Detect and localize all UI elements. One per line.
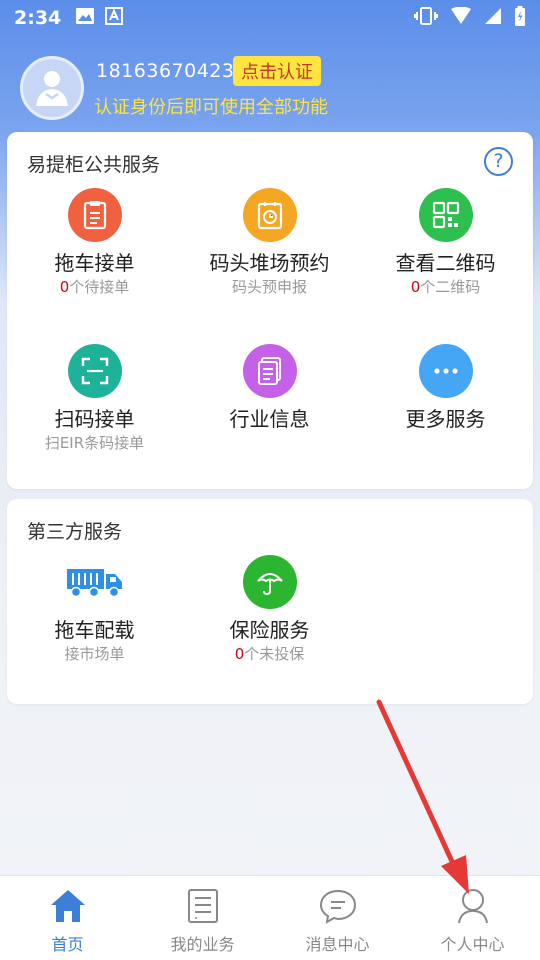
service-name: 查看二维码 bbox=[395, 251, 496, 275]
user-header: 18163670423 点击认证 认证身份后即可使用全部功能 bbox=[20, 56, 520, 122]
document-icon bbox=[242, 344, 297, 398]
service-name: 保险服务 bbox=[229, 618, 310, 642]
service-name: 行业信息 bbox=[229, 407, 310, 431]
section-title: 易提柜公共服务 bbox=[27, 154, 161, 176]
service-name: 码头堆场预约 bbox=[209, 251, 330, 275]
battery-icon bbox=[514, 6, 526, 30]
text-recognition-icon bbox=[105, 7, 124, 29]
more-icon bbox=[418, 344, 473, 398]
service-insurance[interactable]: 保险服务 0个未投保 bbox=[182, 555, 357, 663]
status-time: 2:34 bbox=[14, 7, 62, 29]
service-tow-loading[interactable]: 拖车配载 接市场单 bbox=[7, 555, 182, 663]
service-name: 更多服务 bbox=[405, 407, 486, 431]
service-name: 扫码接单 bbox=[54, 407, 135, 431]
service-sub: 码头预申报 bbox=[231, 278, 307, 296]
person-icon bbox=[405, 887, 540, 925]
status-bar: 2:34 bbox=[0, 0, 540, 36]
service-terminal-booking[interactable]: 码头堆场预约 码头预申报 bbox=[182, 188, 357, 296]
service-sub: 接市场单 bbox=[64, 645, 125, 663]
service-scan-order[interactable]: 扫码接单 扫EIR条码接单 bbox=[7, 344, 182, 452]
image-icon bbox=[75, 7, 95, 29]
message-icon bbox=[270, 887, 405, 925]
verify-hint: 认证身份后即可使用全部功能 bbox=[94, 97, 328, 118]
nav-label: 首页 bbox=[51, 935, 84, 954]
section-title: 第三方服务 bbox=[27, 521, 123, 543]
scan-icon bbox=[67, 344, 122, 398]
service-sub: 扫EIR条码接单 bbox=[44, 434, 145, 452]
service-tow-orders[interactable]: 拖车接单 0个待接单 bbox=[7, 188, 182, 296]
service-view-qrcode[interactable]: 查看二维码 0个二维码 bbox=[358, 188, 533, 296]
service-name: 拖车接单 bbox=[54, 251, 135, 275]
vibrate-icon bbox=[414, 7, 438, 29]
service-industry-info[interactable]: 行业信息 bbox=[182, 344, 357, 434]
qrcode-icon bbox=[418, 188, 473, 242]
third-party-card: 第三方服务 拖车配载 接市场单 保险服务 0个未投保 bbox=[7, 499, 533, 704]
service-sub: 0个二维码 bbox=[410, 278, 481, 296]
service-sub: 0个未投保 bbox=[234, 645, 305, 663]
nav-label: 我的业务 bbox=[170, 935, 235, 954]
cellular-icon bbox=[484, 7, 502, 29]
nav-label: 消息中心 bbox=[305, 935, 370, 954]
signal-icon bbox=[450, 6, 472, 29]
business-icon bbox=[135, 887, 270, 925]
nav-home[interactable]: 首页 bbox=[0, 876, 135, 960]
nav-messages[interactable]: 消息中心 bbox=[270, 876, 405, 960]
clipboard-icon bbox=[67, 188, 122, 242]
public-services-card: 易提柜公共服务 ? 拖车接单 0个待接单 码头堆场预约 码头预申报 查看二维码 … bbox=[7, 132, 533, 489]
nav-my-business[interactable]: 我的业务 bbox=[135, 876, 270, 960]
avatar[interactable] bbox=[20, 56, 84, 120]
verify-button[interactable]: 点击认证 bbox=[233, 56, 321, 86]
nav-profile[interactable]: 个人中心 bbox=[405, 876, 540, 960]
truck-icon bbox=[65, 555, 125, 609]
help-icon[interactable]: ? bbox=[484, 147, 513, 176]
service-name: 拖车配载 bbox=[54, 618, 135, 642]
bottom-nav: 首页 我的业务 消息中心 个人中心 bbox=[0, 875, 540, 960]
service-more[interactable]: 更多服务 bbox=[358, 344, 533, 434]
phone-number: 18163670423 bbox=[96, 60, 235, 82]
calendar-clock-icon bbox=[242, 188, 297, 242]
umbrella-icon bbox=[242, 555, 297, 609]
user-icon bbox=[36, 71, 68, 106]
service-sub: 0个待接单 bbox=[59, 278, 130, 296]
nav-label: 个人中心 bbox=[440, 935, 505, 954]
home-icon bbox=[0, 887, 135, 925]
